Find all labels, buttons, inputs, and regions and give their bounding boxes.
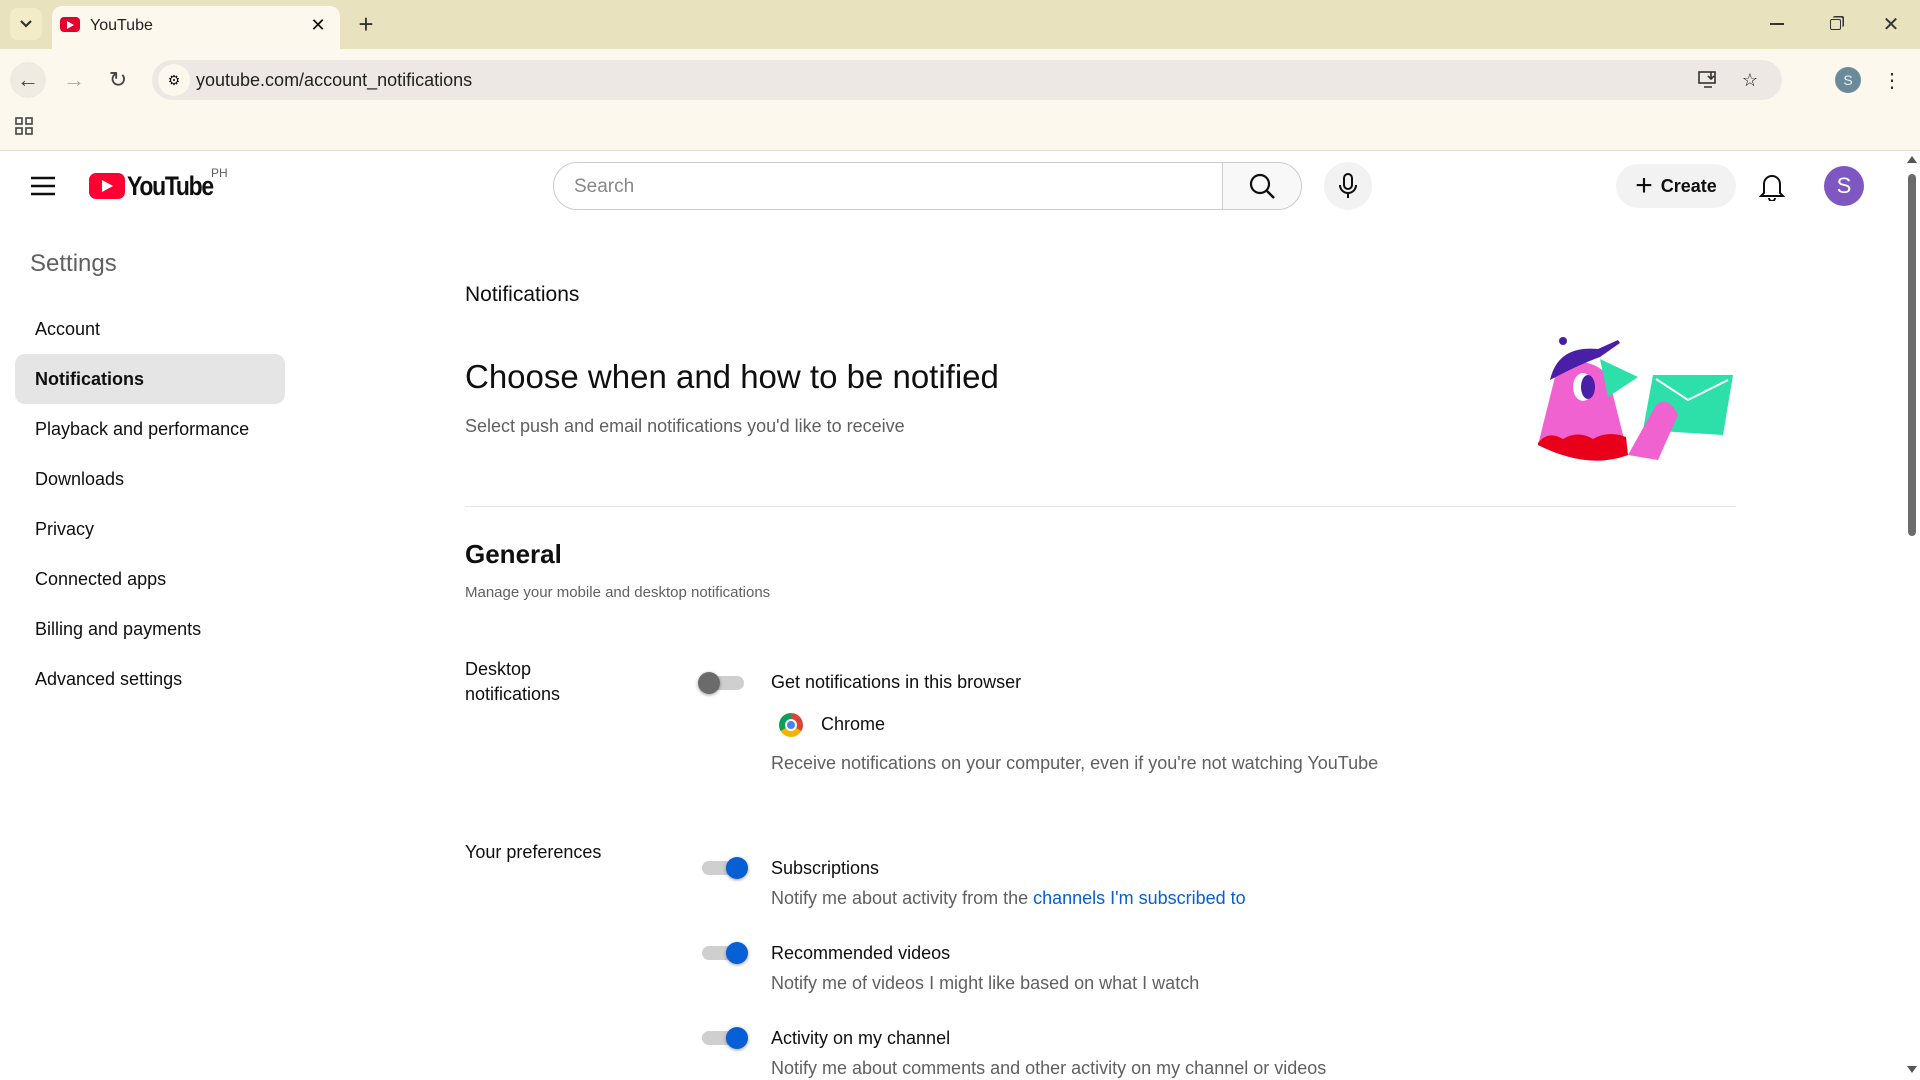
desktop-notifications-toggle[interactable] <box>698 672 748 694</box>
desktop-desc: Receive notifications on your computer, … <box>771 753 1378 774</box>
region-code: PH <box>211 166 228 180</box>
channel-activity-title: Activity on my channel <box>771 1028 950 1049</box>
scrollbar-thumb[interactable] <box>1908 174 1916 536</box>
general-desc: Manage your mobile and desktop notificat… <box>465 584 770 601</box>
youtube-logo[interactable]: YouTube <box>89 170 228 202</box>
account-avatar[interactable]: S <box>1824 166 1864 206</box>
youtube-favicon-icon <box>60 17 80 32</box>
browser-name: Chrome <box>821 714 885 735</box>
close-tab-icon[interactable]: ✕ <box>307 14 329 36</box>
sidebar-item-playback[interactable]: Playback and performance <box>35 419 249 440</box>
apps-grid-icon[interactable] <box>15 117 33 135</box>
plus-icon: + <box>1635 171 1653 201</box>
minimize-icon[interactable] <box>1762 12 1792 36</box>
search-input[interactable]: Search <box>553 162 1223 210</box>
sidebar-item-account[interactable]: Account <box>35 319 100 340</box>
desktop-notifications-label: Desktop notifications <box>465 657 585 707</box>
microphone-icon <box>1338 172 1358 200</box>
chrome-icon <box>779 713 803 737</box>
sidebar-item-notifications[interactable]: Notifications <box>35 369 144 390</box>
new-tab-icon[interactable]: + <box>352 10 380 38</box>
desktop-toggle-label: Get notifications in this browser <box>771 672 1021 693</box>
scroll-down-arrow-icon[interactable] <box>1907 1066 1917 1073</box>
browser-tab-youtube[interactable]: YouTube ✕ <box>52 6 340 49</box>
general-title: General <box>465 539 562 570</box>
sidebar-item-connected-apps[interactable]: Connected apps <box>35 569 166 590</box>
browser-menu-icon[interactable]: ⋮ <box>1882 66 1902 94</box>
subscriptions-desc: Notify me about activity from the channe… <box>771 888 1246 909</box>
back-icon[interactable]: ← <box>10 62 46 98</box>
tab-search-chevron-icon[interactable] <box>10 8 42 40</box>
page-title: Notifications <box>465 283 579 307</box>
search-placeholder: Search <box>574 176 634 198</box>
recommended-videos-desc: Notify me of videos I might like based o… <box>771 973 1199 994</box>
settings-title: Settings <box>30 250 117 278</box>
forward-icon[interactable]: → <box>56 62 92 98</box>
channel-activity-desc: Notify me about comments and other activ… <box>771 1058 1326 1079</box>
main-heading: Choose when and how to be notified <box>465 358 999 396</box>
reload-icon[interactable]: ↻ <box>100 62 136 98</box>
voice-search-button[interactable] <box>1324 162 1372 210</box>
scrollbar[interactable] <box>1904 152 1920 1080</box>
sidebar-item-privacy[interactable]: Privacy <box>35 519 94 540</box>
main-subheading: Select push and email notifications you'… <box>465 416 905 437</box>
address-bar[interactable]: ⚙ youtube.com/account_notifications ☆ <box>152 60 1782 100</box>
tab-title: YouTube <box>90 17 153 35</box>
install-app-icon[interactable] <box>1694 66 1722 94</box>
notification-bird-illustration <box>1528 335 1738 467</box>
browser-profile-avatar[interactable]: S <box>1835 67 1861 93</box>
create-button[interactable]: + Create <box>1616 164 1736 208</box>
hamburger-menu-icon[interactable] <box>30 176 56 196</box>
recommended-videos-title: Recommended videos <box>771 943 950 964</box>
sidebar-item-advanced[interactable]: Advanced settings <box>35 669 182 690</box>
recommended-videos-toggle[interactable] <box>698 942 748 964</box>
notifications-bell-icon[interactable] <box>1756 168 1788 204</box>
restore-icon[interactable] <box>1820 12 1850 36</box>
close-window-icon[interactable]: ✕ <box>1876 10 1906 38</box>
sidebar-item-billing[interactable]: Billing and payments <box>35 619 201 640</box>
create-label: Create <box>1661 176 1717 197</box>
subscriptions-desc-text: Notify me about activity from the <box>771 888 1033 908</box>
subscriptions-toggle[interactable] <box>698 857 748 879</box>
search-icon <box>1248 172 1276 200</box>
scroll-up-arrow-icon[interactable] <box>1907 156 1917 163</box>
site-settings-icon[interactable]: ⚙ <box>158 64 190 96</box>
subscriptions-title: Subscriptions <box>771 858 879 879</box>
url-text[interactable]: youtube.com/account_notifications <box>196 70 472 91</box>
sidebar-item-downloads[interactable]: Downloads <box>35 469 124 490</box>
youtube-play-icon <box>89 173 125 199</box>
search-button[interactable] <box>1222 162 1302 210</box>
preferences-label: Your preferences <box>465 842 601 863</box>
channel-activity-toggle[interactable] <box>698 1027 748 1049</box>
subscribed-channels-link[interactable]: channels I'm subscribed to <box>1033 888 1246 908</box>
bookmark-star-icon[interactable]: ☆ <box>1736 66 1764 94</box>
divider <box>465 506 1736 507</box>
logo-text: YouTube <box>127 171 213 202</box>
